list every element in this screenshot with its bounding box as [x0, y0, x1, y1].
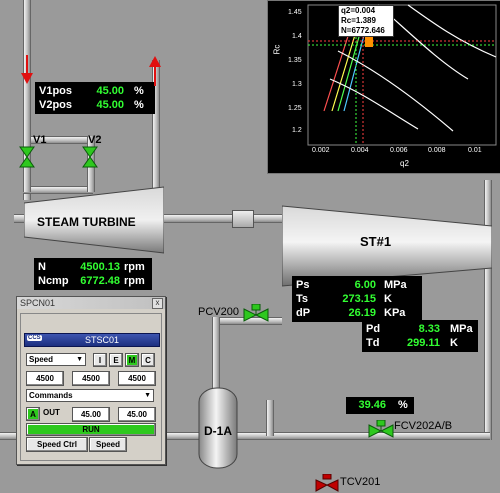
separator-drain-pipe	[266, 400, 274, 436]
separator-label: D-1A	[204, 424, 233, 438]
ccs-logo-icon: CCS	[27, 335, 42, 341]
out-value-2[interactable]: 45.00	[118, 407, 156, 422]
mode-button-i[interactable]: I	[93, 353, 107, 367]
steam-out-arrow-icon	[149, 56, 161, 86]
speed-button[interactable]: Speed	[89, 437, 127, 452]
tooltip-q2: q2=0.004	[341, 6, 376, 15]
commands-select[interactable]: Commands ▼	[26, 389, 154, 402]
chevron-down-icon: ▼	[76, 356, 83, 363]
steam-turbine-label: STEAM TURBINE	[37, 215, 136, 229]
v1pos-label: V1pos	[39, 85, 73, 97]
fcv202-readout: 39.46%	[346, 397, 414, 414]
n-label: N	[38, 261, 46, 273]
fcv202-value: 39.46	[358, 399, 386, 411]
td-unit: K	[450, 337, 458, 349]
v1-valve-icon[interactable]	[19, 146, 35, 168]
ts-value: 273.15	[342, 293, 376, 305]
turbine-speed-readout: N 4500.13 rpm Ncmp 6772.48 rpm	[34, 258, 152, 290]
controller-header-bar: CCS STSC01	[24, 333, 160, 347]
v2pos-value: 45.00	[96, 99, 124, 111]
mode-select[interactable]: Speed ▼	[26, 353, 86, 366]
tcv201-valve-icon[interactable]	[315, 474, 339, 493]
ts-unit: K	[384, 293, 392, 305]
speed-value-2[interactable]: 4500	[72, 371, 110, 386]
xtick: 0.006	[390, 147, 408, 154]
pcv200-valve-icon[interactable]	[243, 304, 269, 326]
ncmp-value: 6772.48	[80, 275, 120, 287]
xtick: 0.004	[351, 147, 369, 154]
td-value: 299.11	[406, 337, 440, 349]
fcv202-label: FCV202A/B	[394, 420, 453, 432]
dp-unit: KPa	[384, 307, 406, 319]
tooltip-n: N=6772.646	[341, 26, 385, 35]
ps-label: Ps	[296, 279, 310, 291]
mode-button-c[interactable]: C	[141, 353, 155, 367]
dp-label: dP	[296, 307, 311, 319]
n-value: 4500.13	[80, 261, 120, 273]
ts-label: Ts	[296, 293, 309, 305]
v1pos-unit: %	[134, 85, 144, 97]
steam-in-arrow-icon	[21, 55, 33, 84]
ps-unit: MPa	[384, 279, 407, 291]
ytick: 1.35	[288, 57, 302, 64]
mode-button-m[interactable]: M	[125, 353, 139, 367]
mode-select-value: Speed	[29, 355, 54, 364]
controller-window-title: SPCN01	[20, 298, 56, 308]
speed-ctrl-button[interactable]: Speed Ctrl	[26, 437, 88, 452]
controller-name: STSC01	[85, 335, 120, 345]
ytick: 1.2	[292, 127, 302, 134]
ytick: 1.45	[288, 9, 302, 16]
v2pos-label: V2pos	[39, 99, 73, 111]
v2-valve-icon[interactable]	[82, 146, 98, 168]
controller-window[interactable]: SPCN01 x CCS STSC01 Speed ▼ I E M C 4500…	[16, 296, 166, 465]
compressor-map-panel[interactable]: q2=0.004 Rc=1.389 N=6772.646 1.45 1.4 1.…	[267, 0, 500, 174]
n-unit: rpm	[124, 261, 145, 273]
tcv201-label: TCV201	[340, 476, 381, 488]
commands-select-value: Commands	[29, 391, 73, 400]
map-tooltip: q2=0.004 Rc=1.389 N=6772.646	[338, 5, 394, 37]
v2pos-unit: %	[134, 99, 144, 111]
v1-label: V1	[33, 134, 47, 146]
map-ylabel: Rc	[272, 44, 282, 55]
discharge-readout: Pd 8.33 MPa Td 299.11 K	[362, 320, 478, 352]
suction-readout: Ps 6.00 MPa Ts 273.15 K dP 26.19 KPa	[292, 276, 422, 322]
compressor-label: ST#1	[360, 234, 392, 249]
tooltip-rc: Rc=1.389	[341, 16, 376, 25]
ncmp-unit: rpm	[124, 275, 145, 287]
v1pos-value: 45.00	[96, 85, 124, 97]
map-xlabel: q2	[400, 159, 409, 168]
out-label: OUT	[43, 408, 60, 417]
pd-value: 8.33	[418, 323, 440, 335]
xtick: 0.008	[428, 147, 446, 154]
xtick: 0.01	[468, 147, 482, 154]
ncmp-label: Ncmp	[38, 275, 69, 287]
ytick: 1.25	[288, 105, 302, 112]
fcv202-unit: %	[398, 399, 408, 411]
td-label: Td	[366, 337, 380, 349]
chevron-down-icon: ▼	[144, 392, 151, 399]
speed-value-1[interactable]: 4500	[26, 371, 64, 386]
v2-label: V2	[88, 134, 102, 146]
pd-label: Pd	[366, 323, 381, 335]
auto-button[interactable]: A	[26, 407, 40, 421]
controller-titlebar[interactable]: SPCN01 x	[17, 297, 165, 309]
shaft-coupling	[232, 210, 254, 228]
mode-button-e[interactable]: E	[109, 353, 123, 367]
ytick: 1.4	[292, 33, 302, 40]
speed-value-3[interactable]: 4500	[118, 371, 156, 386]
xtick: 0.002	[312, 147, 330, 154]
pd-unit: MPa	[450, 323, 473, 335]
ytick: 1.3	[292, 81, 302, 88]
close-icon[interactable]: x	[152, 297, 163, 309]
pcv200-label: PCV200	[198, 306, 239, 318]
valve-position-readout: V1pos 45.00% V2pos 45.00%	[35, 82, 155, 114]
ps-value: 6.00	[354, 279, 376, 291]
run-status[interactable]: RUN	[26, 423, 156, 436]
out-value-1[interactable]: 45.00	[72, 407, 110, 422]
dp-value: 26.19	[348, 307, 376, 319]
fcv202-valve-icon[interactable]	[368, 420, 394, 442]
